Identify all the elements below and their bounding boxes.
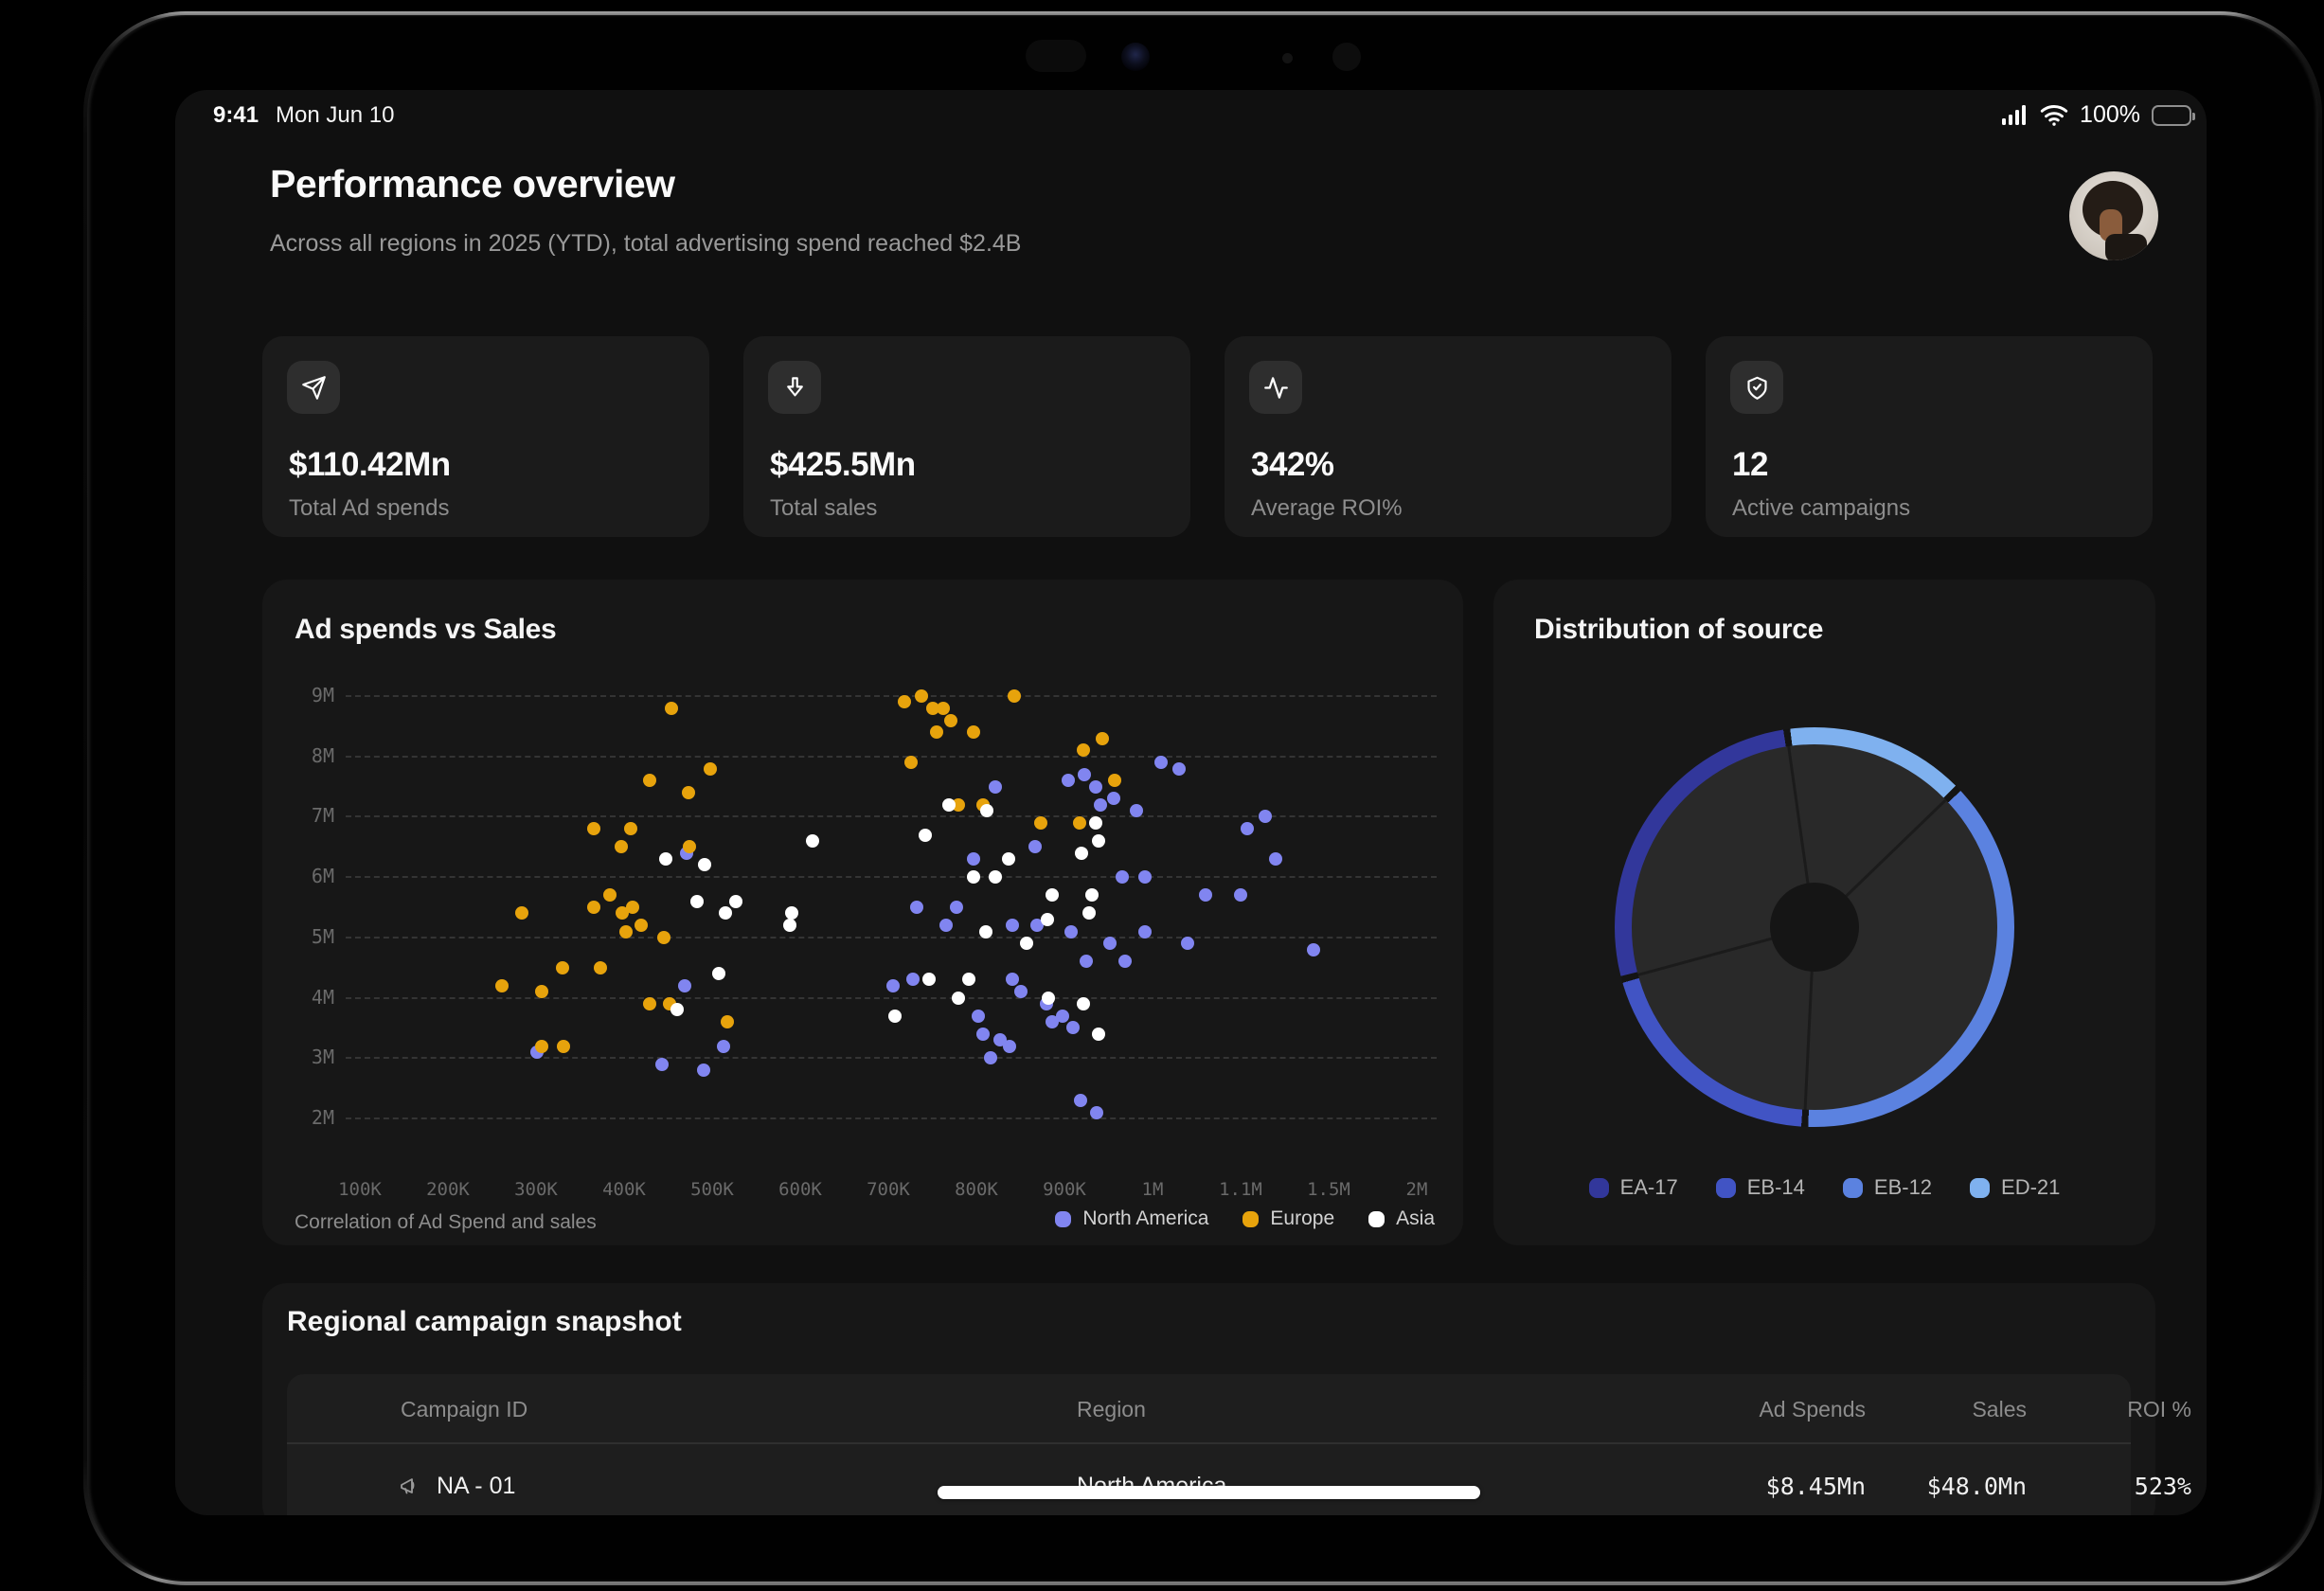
stat-value: $425.5Mn (770, 446, 916, 484)
legend-item-north-america[interactable]: North America (1055, 1207, 1208, 1230)
scatter-legend: North America Europe Asia (1055, 1207, 1435, 1230)
table-header-row: Campaign ID Region Ad Spends Sales ROI % (287, 1374, 2131, 1444)
stat-card-active-campaigns[interactable]: 12 Active campaigns (1706, 336, 2153, 537)
status-bar-left: 9:41 Mon Jun 10 (213, 102, 394, 129)
camera-housing-pill (1026, 40, 1086, 72)
asia-legend-dot (1368, 1211, 1385, 1227)
donut-chart-title: Distribution of source (1534, 614, 1823, 646)
legend-label: EB-14 (1747, 1175, 1805, 1200)
front-camera-lens (1121, 43, 1150, 71)
scatter-footnote: Correlation of Ad Spend and sales (295, 1211, 597, 1234)
megaphone-icon (399, 1475, 421, 1497)
legend-item-eb-14[interactable]: EB-14 (1716, 1175, 1805, 1200)
legend-label: ED-21 (2001, 1175, 2060, 1200)
stat-label: Total sales (770, 495, 877, 522)
scatter-chart-title: Ad spends vs Sales (295, 614, 556, 646)
scatter-chart-card (262, 580, 1463, 1245)
eb-14-legend-dot (1716, 1178, 1736, 1198)
north-america-legend-dot (1055, 1211, 1071, 1227)
wifi-icon (2040, 104, 2068, 126)
legend-item-europe[interactable]: Europe (1242, 1207, 1334, 1230)
stat-label: Average ROI% (1251, 495, 1403, 522)
legend-item-ed-21[interactable]: ED-21 (1970, 1175, 2060, 1200)
battery-icon (2152, 105, 2191, 126)
legend-label: North America (1082, 1207, 1208, 1230)
legend-label: Asia (1396, 1207, 1435, 1230)
table-title: Regional campaign snapshot (287, 1306, 682, 1338)
donut-legend: EA-17 EB-14 EB-12 ED-21 (1493, 1175, 2155, 1200)
col-header-campaign-id: Campaign ID (401, 1397, 527, 1422)
camera-sensor-ring (1332, 43, 1361, 71)
legend-item-asia[interactable]: Asia (1368, 1207, 1435, 1230)
regional-campaign-section: Regional campaign snapshot Campaign ID R… (262, 1283, 2155, 1515)
stat-value: $110.42Mn (289, 446, 451, 484)
arrow-down-icon (768, 361, 821, 414)
camera-sensor-dot (1282, 53, 1293, 63)
screen: 9:41 Mon Jun 10 100% Performance overvie (175, 90, 2207, 1515)
status-date: Mon Jun 10 (276, 102, 394, 129)
home-indicator[interactable] (938, 1486, 1480, 1499)
cell-campaign-id: NA - 01 (437, 1473, 515, 1500)
legend-label: EB-12 (1874, 1175, 1932, 1200)
legend-item-ea-17[interactable]: EA-17 (1589, 1175, 1678, 1200)
avatar[interactable] (2069, 171, 2158, 260)
eb-12-legend-dot (1843, 1178, 1863, 1198)
activity-icon (1249, 361, 1302, 414)
donut-center-hole (1770, 883, 1859, 972)
ed-21-legend-dot (1970, 1178, 1990, 1198)
stat-card-total-ad-spends[interactable]: $110.42Mn Total Ad spends (262, 336, 709, 537)
page-subtitle: Across all regions in 2025 (YTD), total … (270, 230, 1021, 258)
stat-value: 342% (1251, 446, 1334, 484)
col-header-roi: ROI % (2002, 1397, 2191, 1422)
table-row[interactable]: NA - 01 North America $8.45Mn $48.0Mn 52… (287, 1446, 2131, 1515)
europe-legend-dot (1242, 1211, 1259, 1227)
stat-label: Total Ad spends (289, 495, 449, 522)
cell-roi: 523% (1983, 1473, 2191, 1500)
status-time: 9:41 (213, 102, 259, 129)
cellular-signal-icon (2002, 105, 2029, 126)
legend-label: EA-17 (1620, 1175, 1678, 1200)
battery-percent-label: 100% (2080, 101, 2140, 129)
stat-card-total-sales[interactable]: $425.5Mn Total sales (743, 336, 1190, 537)
page-title: Performance overview (270, 162, 675, 206)
col-header-region: Region (1077, 1397, 1146, 1422)
avatar-shoulder (2105, 234, 2147, 260)
legend-label: Europe (1270, 1207, 1334, 1230)
legend-item-eb-12[interactable]: EB-12 (1843, 1175, 1932, 1200)
stat-card-average-roi[interactable]: 342% Average ROI% (1225, 336, 1671, 537)
status-bar-right: 100% (2002, 101, 2191, 129)
stat-label: Active campaigns (1732, 495, 1910, 522)
send-icon (287, 361, 340, 414)
stat-value: 12 (1732, 446, 1768, 484)
ea-17-legend-dot (1589, 1178, 1609, 1198)
shield-check-icon (1730, 361, 1783, 414)
col-header-sales: Sales (1837, 1397, 2027, 1422)
